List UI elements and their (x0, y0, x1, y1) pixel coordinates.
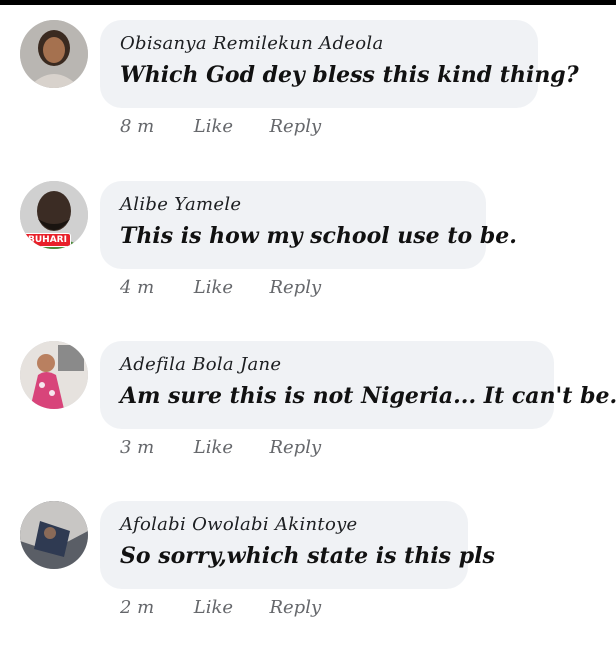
comment-time[interactable]: 2 m (120, 597, 188, 618)
comment-actions: 2 m Like Reply (120, 597, 321, 618)
comment-actions: 8 m Like Reply (120, 116, 321, 137)
reply-button[interactable]: Reply (269, 116, 321, 137)
comment-bubble: Adefila Bola Jane Am sure this is not Ni… (100, 341, 616, 429)
avatar-image (20, 341, 88, 409)
reply-button[interactable]: Reply (269, 437, 321, 458)
comment-time[interactable]: 8 m (120, 116, 188, 137)
commenter-name[interactable]: Adefila Bola Jane (120, 353, 532, 377)
top-bar (0, 0, 616, 5)
avatar[interactable] (20, 341, 88, 409)
comment-actions: 4 m Like Reply (120, 277, 321, 298)
like-button[interactable]: Like (194, 437, 264, 458)
comment-bubble: Afolabi Owolabi Akintoye So sorry,which … (100, 501, 495, 589)
commenter-name[interactable]: Obisanya Remilekun Adeola (120, 32, 516, 56)
commenter-name[interactable]: Afolabi Owolabi Akintoye (120, 513, 446, 537)
reply-button[interactable]: Reply (269, 597, 321, 618)
comment-time[interactable]: 3 m (120, 437, 188, 458)
comment-bubble: Obisanya Remilekun Adeola Which God dey … (100, 20, 579, 108)
like-button[interactable]: Like (194, 116, 264, 137)
avatar-badge: BUHARI (24, 233, 71, 247)
like-button[interactable]: Like (194, 277, 264, 298)
comment-text: So sorry,which state is this pls (120, 543, 495, 569)
avatar[interactable] (20, 20, 88, 88)
commenter-name[interactable]: Alibe Yamele (120, 193, 464, 217)
like-button[interactable]: Like (194, 597, 264, 618)
comment-time[interactable]: 4 m (120, 277, 188, 298)
comment-bubble: Alibe Yamele This is how my school use t… (100, 181, 517, 269)
avatar[interactable]: BUHARI (20, 181, 88, 249)
avatar-image (20, 20, 88, 88)
reply-button[interactable]: Reply (269, 277, 321, 298)
comment-actions: 3 m Like Reply (120, 437, 321, 458)
comment-text: Which God dey bless this kind thing? (120, 62, 579, 88)
comment-text: This is how my school use to be. (120, 223, 517, 249)
avatar[interactable] (20, 501, 88, 569)
avatar-image (20, 501, 88, 569)
comment-text: Am sure this is not Nigeria... It can't … (120, 383, 616, 409)
